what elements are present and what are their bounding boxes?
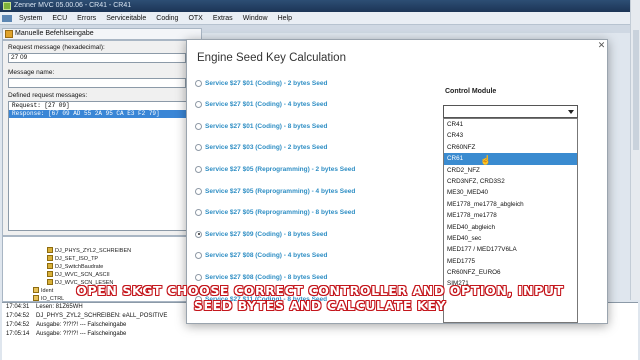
seed-option-label: Service $27 $08 (Coding) - 4 bytes Seed [205,252,328,260]
seed-option-label: Service $27 $08 (Coding) - 8 bytes Seed [205,273,328,281]
app-title-bar: Zenner MVC 05.00.06 - CR41 - CR41 [0,0,640,12]
control-module-select[interactable] [443,105,578,118]
menu-item[interactable]: System [14,15,47,22]
seed-option[interactable]: Service $27 $05 (Reprogramming) - 8 byte… [195,207,355,219]
control-module-option[interactable]: MED40_abgleich [444,222,577,233]
tree-item[interactable]: DJ_SET_ISO_TP [47,255,98,263]
seed-option[interactable]: Service $27 $09 (Coding) - 8 bytes Seed [195,228,327,240]
log-row: 17:05:14 Ausgabe: ?!?!?! --- Falscheingab… [6,331,127,337]
caption-line-2: SEED BYTES AND CALCULATE KEY [193,298,447,313]
control-module-option[interactable]: ME1778_me1778 [444,210,577,221]
seed-option[interactable]: Service $27 $01 (Coding) - 2 bytes Seed [195,77,327,89]
control-module-option[interactable]: CR60NFZ [444,142,577,153]
list-item[interactable]: Request: [27 09] [9,102,189,110]
list-item[interactable]: Response: [67 09 AD 55 2A 95 CA E3 F2 79… [9,110,189,118]
menu-item[interactable]: Extras [208,15,238,22]
menu-item[interactable]: Errors [72,15,101,22]
seed-option[interactable]: Service $27 $01 (Coding) - 4 bytes Seed [195,99,327,111]
radio-button[interactable] [195,101,202,109]
seed-key-dialog: Engine Seed Key Calculation Service $27 … [186,39,608,324]
request-label: Request message (hexadecimal): [8,44,105,51]
defined-label: Defined request messages: [8,92,88,99]
app-icon [3,2,11,10]
subwindow-icon [5,30,13,38]
radio-button[interactable] [195,122,202,130]
control-module-option[interactable]: CRD3NFZ, CRD3S2 [444,176,577,187]
control-module-option[interactable]: MED1775 [444,256,577,267]
seed-option-label: Service $27 $03 (Coding) - 2 bytes Seed [205,144,328,152]
menu-bar: System ECU Errors Serviceitable Coding OTX Ext… [0,12,640,25]
menu-item[interactable]: Window [238,15,273,22]
seed-option[interactable]: Service $27 $08 (Coding) - 8 bytes Seed [195,271,327,283]
control-module-option[interactable]: MED177 / MED177V6LA [444,244,577,255]
control-module-option[interactable]: CRD2_NFZ [444,165,577,176]
menu-item[interactable]: Help [273,15,297,22]
seed-option-label: Service $27 $01 (Coding) - 4 bytes Seed [205,101,328,109]
name-label: Message name: [8,69,55,76]
scrollbar-thumb[interactable] [633,30,639,150]
seed-option-label: Service $27 $01 (Coding) - 2 bytes Seed [205,79,328,87]
caption-line-1: OPEN SKGT CHOOSE CORRECT CONTROLLER AND … [76,283,564,298]
control-module-option[interactable]: CR41 [444,119,577,130]
seed-option[interactable]: Service $27 $05 (Reprogramming) - 2 byte… [195,163,355,175]
main-scrollbar[interactable] [630,0,640,300]
subwindow-title-bar: Manuelle Befehlseingabe [2,28,202,40]
seed-option-label: Service $27 $05 (Reprogramming) - 2 byte… [205,165,356,173]
job-icon [47,271,53,277]
control-module-option[interactable]: ME30_MED40 [444,187,577,198]
subwindow-title: Manuelle Befehlseingabe [15,30,94,37]
close-icon[interactable]: ✕ [597,41,606,50]
mouse-pointer-icon: ☝ [480,155,492,165]
radio-button[interactable] [195,187,202,195]
radio-button[interactable] [195,209,202,217]
tree-item[interactable]: DJ_SwitchBaudrate [47,263,103,271]
job-icon [47,263,53,269]
job-icon [47,247,53,253]
control-module-option[interactable]: CR43 [444,130,577,141]
system-menu-icon [2,14,12,22]
chevron-down-icon [568,110,574,114]
request-input[interactable]: 27 09 [8,53,186,63]
seed-option-label: Service $27 $05 (Reprogramming) - 8 byte… [205,209,356,217]
seed-option[interactable]: Service $27 $01 (Coding) - 8 bytes Seed [195,120,327,132]
menu-item[interactable]: Coding [151,15,183,22]
seed-option-label: Service $27 $01 (Coding) - 8 bytes Seed [205,122,328,130]
control-module-label: Control Module [445,88,497,95]
seed-option[interactable]: Service $27 $05 (Reprogramming) - 4 byte… [195,185,355,197]
menu-item[interactable]: ECU [47,15,72,22]
control-module-option[interactable]: ME1778_me1778_abgleich [444,199,577,210]
job-icon [47,255,53,261]
radio-button[interactable] [195,230,202,238]
radio-button[interactable] [195,252,202,260]
radio-button[interactable] [195,79,202,87]
seed-option-label: Service $27 $09 (Coding) - 8 bytes Seed [205,230,328,238]
tree-item[interactable]: DJ_WVC_SCN_ASCII [47,271,110,279]
control-module-option[interactable]: CR61 [444,153,577,165]
defined-requests-list: Request: [27 09] Response: [67 09 AD 55 … [8,101,190,231]
control-module-option[interactable]: CR60NFZ_EURO6 [444,267,577,278]
video-caption: OPEN SKGT CHOOSE CORRECT CONTROLLER AND … [0,283,640,313]
radio-button[interactable] [195,165,202,173]
menu-item[interactable]: Serviceitable [101,15,151,22]
manual-command-panel: Request message (hexadecimal): 27 09 Mes… [2,40,192,236]
seed-option[interactable]: Service $27 $08 (Coding) - 4 bytes Seed [195,250,327,262]
radio-button[interactable] [195,144,202,152]
seed-option-label: Service $27 $05 (Reprogramming) - 4 byte… [205,187,356,195]
menu-item[interactable]: OTX [183,15,207,22]
name-input[interactable] [8,78,186,88]
radio-button[interactable] [195,273,202,281]
tree-item[interactable]: DJ_PHYS_ZYL2_SCHREIBEN [47,247,131,255]
screen: Zenner MVC 05.00.06 - CR41 - CR41 System… [0,0,640,360]
control-module-option[interactable]: MED40_sec [444,233,577,244]
dialog-title: Engine Seed Key Calculation [197,52,346,64]
app-title: Zenner MVC 05.00.06 - CR41 - CR41 [14,2,132,9]
seed-option[interactable]: Service $27 $03 (Coding) - 2 bytes Seed [195,142,327,154]
